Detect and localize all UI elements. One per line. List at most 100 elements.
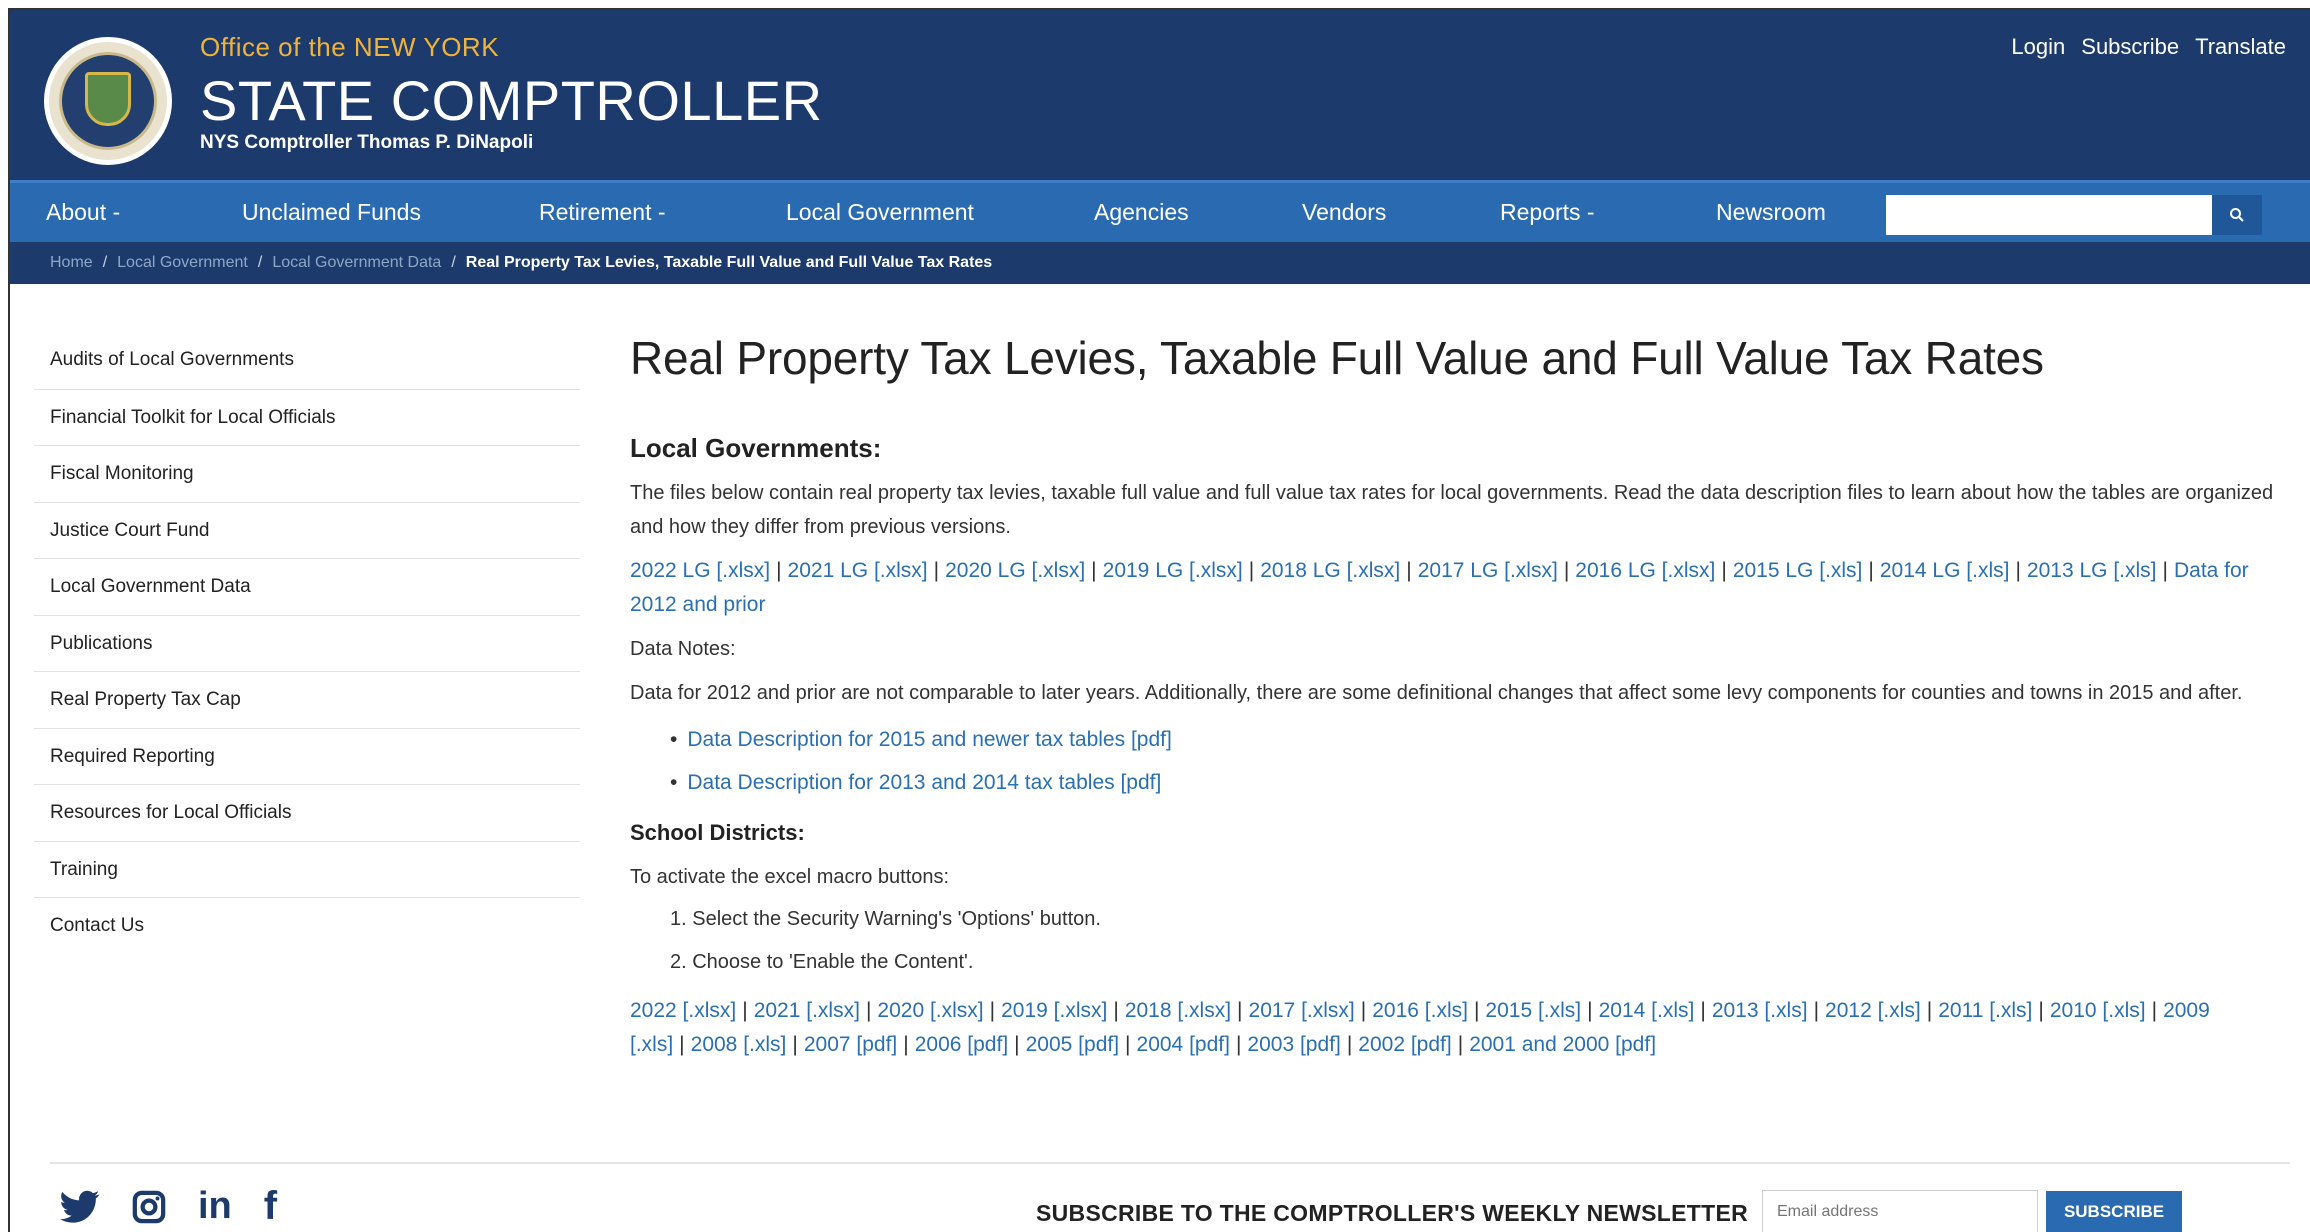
nav-unclaimed-funds[interactable]: Unclaimed Funds [242,183,421,242]
school-file-link[interactable]: 2020 [.xlsx] [877,999,983,1022]
nav-vendors[interactable]: Vendors [1302,183,1386,242]
breadcrumb-current: Real Property Tax Levies, Taxable Full V… [465,254,993,271]
school-file-link[interactable]: 2016 [.xls] [1372,999,1468,1022]
office-line: Office of the NEW YORK [200,32,500,62]
sidebar-item-fiscal-monitoring[interactable]: Fiscal Monitoring [34,445,580,502]
breadcrumb-local-government[interactable]: Local Government [117,254,248,271]
school-file-link[interactable]: 2022 [.xlsx] [630,999,736,1022]
lg-file-link[interactable]: 2022 LG [.xlsx] [630,559,770,582]
school-file-link[interactable]: 2010 [.xls] [2050,999,2146,1022]
lg-file-link[interactable]: 2019 LG [.xlsx] [1103,559,1243,582]
school-file-link[interactable]: 2005 [pdf] [1026,1033,1119,1056]
instagram-icon[interactable] [132,1190,166,1224]
translate-link[interactable]: Translate [2195,34,2286,60]
school-file-link[interactable]: 2015 [.xls] [1485,999,1581,1022]
link-separator: | [1346,1033,1353,1056]
nav-newsroom[interactable]: Newsroom [1716,183,1826,242]
lg-file-link[interactable]: 2017 LG [.xlsx] [1418,559,1558,582]
school-file-link[interactable]: 2017 [.xlsx] [1249,999,1355,1022]
link-separator: | [1091,559,1097,582]
school-file-link[interactable]: 2008 [.xls] [691,1033,787,1056]
link-separator: | [1406,559,1412,582]
link-separator: | [903,1033,909,1056]
subscribe-button[interactable]: SUBSCRIBE [2046,1191,2182,1232]
school-file-link[interactable]: 2006 [pdf] [915,1033,1008,1056]
link-separator: | [1360,999,1367,1022]
link-separator: | [1473,999,1480,1022]
school-file-link[interactable]: 2021 [.xlsx] [754,999,860,1022]
link-separator: | [1457,1033,1464,1056]
school-file-link[interactable]: 2012 [.xls] [1825,999,1921,1022]
school-file-link[interactable]: 2002 [pdf] [1358,1033,1451,1056]
nav-agencies[interactable]: Agencies [1094,183,1189,242]
twitter-icon[interactable] [60,1190,100,1224]
school-file-link[interactable]: 2018 [.xlsx] [1125,999,1231,1022]
breadcrumb-separator: / [451,254,456,271]
school-file-link[interactable]: 2011 [.xls] [1938,999,2032,1022]
email-field[interactable] [1762,1190,2038,1232]
school-file-link[interactable]: 2007 [pdf] [804,1033,897,1056]
link-separator: | [1926,999,1933,1022]
school-file-link[interactable]: 2001 and 2000 [pdf] [1469,1033,1656,1056]
school-file-link[interactable]: 2013 [.xls] [1712,999,1808,1022]
sidebar-item-contact-us[interactable]: Contact Us [34,897,580,954]
nav-retirement[interactable]: Retirement - [539,183,666,242]
link-separator: | [1587,999,1593,1022]
link-separator: | [933,559,940,582]
search-button[interactable] [2212,195,2262,235]
lg-file-link[interactable]: 2014 LG [.xls] [1880,559,2010,582]
footer-divider [50,1162,2290,1164]
school-file-link[interactable]: 2019 [.xlsx] [1001,999,1107,1022]
lg-file-link[interactable]: 2020 LG [.xlsx] [945,559,1085,582]
sidebar-item-financial-toolkit[interactable]: Financial Toolkit for Local Officials [34,388,580,446]
local-government-file-links: 2022 LG [.xlsx] | 2021 LG [.xlsx] | 2020 LG … [630,554,2290,622]
list-item: • Data Description for 2015 and newer tax… [670,718,2290,761]
main-nav: About - Unclaimed Funds Retirement - Loc… [10,180,2310,242]
sidebar-item-required-reporting[interactable]: Required Reporting [34,727,580,785]
nav-reports[interactable]: Reports - [1500,183,1595,242]
data-description-2013-link[interactable]: Data Description for 2013 and 2014 tax t… [687,771,1161,794]
login-link[interactable]: Login [2011,34,2065,60]
macro-step: 1. Select the Security Warning's 'Option… [670,908,1101,930]
breadcrumb-separator: / [102,254,108,271]
lg-file-link[interactable]: 2021 LG [.xlsx] [788,559,928,582]
browser-viewport: Office of the NEW YORK STATE COMPTROLLER… [8,8,2310,1232]
lg-file-link[interactable]: 2016 LG [.xlsx] [1575,559,1715,582]
search-input[interactable] [1886,195,2212,235]
data-description-2015-link[interactable]: Data Description for 2015 and newer tax … [687,728,1171,751]
sidebar-item-audits[interactable]: Audits of Local Governments [34,332,580,389]
breadcrumb-local-government-data[interactable]: Local Government Data [272,254,441,271]
page-title: Real Property Tax Levies, Taxable Full V… [630,332,2044,384]
bullet-icon: • [670,728,678,751]
link-separator: | [2162,559,2168,582]
nys-seal-logo[interactable] [44,37,172,165]
lg-file-link[interactable]: 2015 LG [.xls] [1733,559,1863,582]
link-separator: | [1868,559,1874,582]
school-districts-heading: School Districts: [630,820,805,845]
link-separator: | [742,999,748,1022]
nav-about[interactable]: About - [46,183,120,242]
breadcrumb-separator: / [257,254,263,271]
search-icon [2230,208,2244,222]
nav-local-government[interactable]: Local Government [786,183,974,242]
subscribe-link[interactable]: Subscribe [2081,34,2179,60]
sidebar-item-justice-court-fund[interactable]: Justice Court Fund [34,501,580,559]
breadcrumb-home[interactable]: Home [50,254,93,271]
school-file-link[interactable]: 2014 [.xls] [1599,999,1695,1022]
school-file-link[interactable]: 2003 [pdf] [1247,1033,1340,1056]
link-separator: | [1237,999,1243,1022]
lg-file-link[interactable]: 2013 LG [.xls] [2027,559,2157,582]
sidebar-item-real-property-tax-cap[interactable]: Real Property Tax Cap [34,671,580,728]
sidebar-item-training[interactable]: Training [34,840,580,898]
school-file-link[interactable]: 2004 [pdf] [1137,1033,1230,1056]
link-separator: | [1721,559,1727,582]
lg-file-link[interactable]: 2018 LG [.xlsx] [1260,559,1400,582]
breadcrumb: Home / Local Government / Local Government D… [10,242,2310,284]
linkedin-icon[interactable]: in [198,1185,232,1228]
sidebar-item-local-government-data[interactable]: Local Government Data [34,558,580,615]
sidebar-item-publications[interactable]: Publications [34,614,580,672]
sidebar-item-resources[interactable]: Resources for Local Officials [34,784,580,841]
macro-steps: 1. Select the Security Warning's 'Option… [630,898,2290,984]
facebook-icon[interactable]: f [264,1184,277,1229]
site-title[interactable]: STATE COMPTROLLER [200,68,823,133]
